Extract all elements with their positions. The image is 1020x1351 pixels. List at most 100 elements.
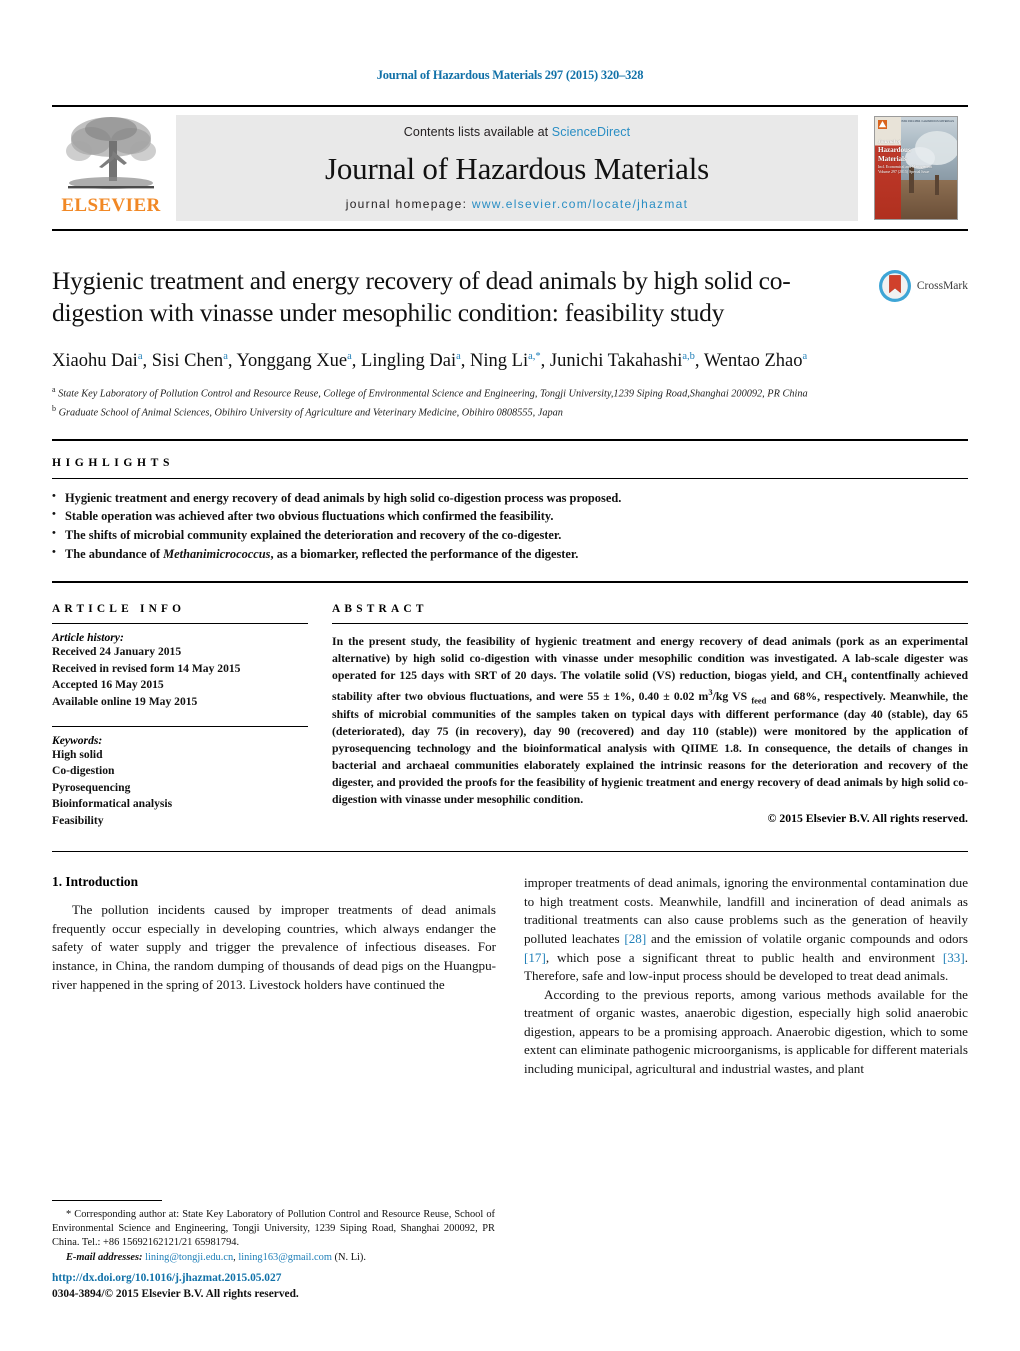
body-columns: 1. Introduction The pollution incidents …: [52, 874, 968, 1078]
author-name: Xiaohu Dai: [52, 351, 138, 372]
crossmark-badge[interactable]: CrossMark: [878, 269, 968, 303]
journal-masthead: ELSEVIER Contents lists available at Sci…: [52, 105, 968, 231]
affiliation-mark: b: [52, 404, 56, 414]
body-column-left: 1. Introduction The pollution incidents …: [52, 874, 496, 1078]
highlight-item: Stable operation was achieved after two …: [52, 506, 968, 526]
rp1c: , which pose a significant threat to pub…: [545, 949, 943, 965]
author-affiliation-mark: a,b: [682, 351, 695, 363]
masthead-center: Contents lists available at ScienceDirec…: [176, 115, 858, 221]
keywords-label: Keywords:: [52, 733, 103, 747]
author-item: Ning Lia,*: [470, 351, 541, 371]
contents-available-line: Contents lists available at ScienceDirec…: [404, 125, 630, 139]
doi-block: http://dx.doi.org/10.1016/j.jhazmat.2015…: [52, 1271, 495, 1303]
history-item: Received 24 January 2015: [52, 645, 182, 659]
keywords-block: Keywords: High solid Co-digestion Pyrose…: [52, 725, 308, 829]
highlight-item: The shifts of microbial community explai…: [52, 525, 968, 545]
affiliation-mark: a: [52, 385, 56, 395]
abstract-text: In the present study, the feasibility of…: [332, 635, 968, 807]
journal-title: Journal of Hazardous Materials: [325, 150, 709, 186]
abstract-heading: ABSTRACT: [332, 603, 428, 616]
sciencedirect-link[interactable]: ScienceDirect: [552, 125, 630, 139]
keyword-item: Feasibility: [52, 813, 104, 827]
cover-elsevier-icon: [878, 120, 887, 129]
journal-cover-thumbnail: ISSN 0304-3894 / HAZARDOUS MATERIALS Jou…: [874, 116, 958, 220]
keyword-item: Pyrosequencing: [52, 780, 131, 794]
article-info-rule: [52, 623, 308, 625]
keyword-item: Co-digestion: [52, 764, 115, 778]
ch4-subscript: 4: [842, 674, 847, 685]
crossmark-label: CrossMark: [916, 280, 968, 292]
author-affiliation-mark: a: [137, 351, 143, 363]
contents-prefix: Contents lists available at: [403, 125, 552, 139]
corresponding-author-note: * Corresponding author at: State Key Lab…: [52, 1208, 495, 1251]
author-affiliation-mark: a: [347, 351, 352, 363]
author-item: Xiaohu Daia: [52, 351, 142, 371]
author-item: Sisi Chena: [152, 351, 228, 371]
article-info-column: ARTICLE INFO Article history: Received 2…: [52, 603, 308, 829]
rp1b: and the emission of volatile organic com…: [646, 930, 968, 946]
abstract-copyright: © 2015 Elsevier B.V. All rights reserved…: [767, 811, 968, 825]
intro-paragraph-right-2: According to the previous reports, among…: [524, 986, 968, 1077]
affiliation-item: a State Key Laboratory of Pollution Cont…: [52, 384, 808, 402]
journal-homepage-line: journal homepage: www.elsevier.com/locat…: [346, 197, 689, 211]
highlights-heading: HIGHLIGHTS: [52, 455, 175, 469]
footnote-text: Corresponding author at: State Key Labor…: [52, 1208, 495, 1249]
history-item: Accepted 16 May 2015: [52, 678, 164, 692]
history-item: Received in revised form 14 May 2015: [52, 661, 241, 675]
abstract-column: ABSTRACT In the present study, the feasi…: [332, 603, 968, 829]
author-affiliation-mark: a: [802, 351, 808, 363]
elsevier-tree-icon: [66, 117, 156, 189]
section-heading-introduction: 1. Introduction: [52, 874, 139, 890]
author-affiliation-mark: a: [223, 351, 228, 363]
cover-smokestack-2: [935, 175, 939, 195]
author-name: Sisi Chen: [151, 351, 224, 372]
body-top-rule: [52, 851, 968, 853]
affiliation-text: State Key Laboratory of Pollution Contro…: [58, 388, 808, 400]
footnote-rule: [52, 1199, 162, 1201]
article-info-heading: ARTICLE INFO: [52, 603, 186, 616]
email-note: E-mail addresses: lining@tongji.edu.cn, …: [66, 1251, 366, 1263]
journal-homepage-link[interactable]: www.elsevier.com/locate/jhazmat: [472, 197, 688, 211]
intro-paragraph-right-1: improper treatments of dead animals, ign…: [524, 874, 968, 985]
author-name: Ning Li: [470, 351, 529, 372]
highlight-item: The abundance of Methanimicrococcus, as …: [52, 544, 968, 564]
cover-title-line3: Materials: [878, 154, 907, 163]
author-affiliation-mark: a,*: [528, 351, 541, 363]
history-item: Available online 19 May 2015: [52, 694, 198, 708]
email-link-2[interactable]: lining163@gmail.com: [238, 1252, 332, 1263]
affiliation-list: a State Key Laboratory of Pollution Cont…: [52, 384, 808, 420]
doi-link[interactable]: http://dx.doi.org/10.1016/j.jhazmat.2015…: [52, 1271, 495, 1287]
keywords-rule: [52, 725, 308, 727]
elsevier-logo: ELSEVIER: [52, 107, 170, 229]
citation-ref-17[interactable]: [17]: [524, 950, 546, 965]
highlight-item: Hygienic treatment and energy recovery o…: [52, 488, 968, 508]
keyword-item: Bioinformatical analysis: [52, 797, 173, 811]
author-name: Wentao Zhao: [703, 351, 803, 372]
body-column-right: improper treatments of dead animals, ign…: [524, 874, 968, 1078]
author-item: Junichi Takahashia,b: [550, 351, 695, 371]
email-label: E-mail addresses:: [66, 1251, 143, 1263]
issn-copyright: 0304-3894/© 2015 Elsevier B.V. All right…: [52, 1288, 299, 1301]
intro-paragraph-left: The pollution incidents caused by improp…: [52, 902, 496, 992]
cover-corner-note: ISSN 0304-3894 / HAZARDOUS MATERIALS: [901, 120, 954, 123]
page-title: Hygienic treatment and energy recovery o…: [52, 266, 791, 327]
cover-title-line2: Hazardous: [878, 145, 911, 154]
highlight-italic-term: Methanimicrococcus: [163, 546, 271, 561]
citation-ref-33[interactable]: [33]: [943, 950, 965, 965]
cover-title-line1: Journal of: [878, 139, 901, 145]
author-item: Wentao Zhaoa: [704, 351, 807, 371]
citation-ref-28[interactable]: [28]: [624, 931, 646, 946]
abstract-rule: [332, 623, 968, 625]
footnote-block: * Corresponding author at: State Key Lab…: [52, 1199, 495, 1265]
info-abstract-row: ARTICLE INFO Article history: Received 2…: [52, 603, 968, 829]
author-affiliation-mark: a: [456, 351, 461, 363]
footnote-star: *: [66, 1208, 72, 1220]
author-item: Yonggang Xuea: [236, 351, 351, 371]
email-link-1[interactable]: lining@tongji.edu.cn: [145, 1252, 233, 1263]
affiliation-item: b Graduate School of Animal Sciences, Ob…: [52, 403, 808, 421]
homepage-prefix: journal homepage:: [345, 197, 472, 211]
journal-cover-cell: ISSN 0304-3894 / HAZARDOUS MATERIALS Jou…: [864, 107, 968, 229]
article-history-label: Article history:: [52, 631, 124, 645]
author-item: Lingling Daia: [361, 351, 461, 371]
highlights-top-rule: [52, 438, 968, 441]
